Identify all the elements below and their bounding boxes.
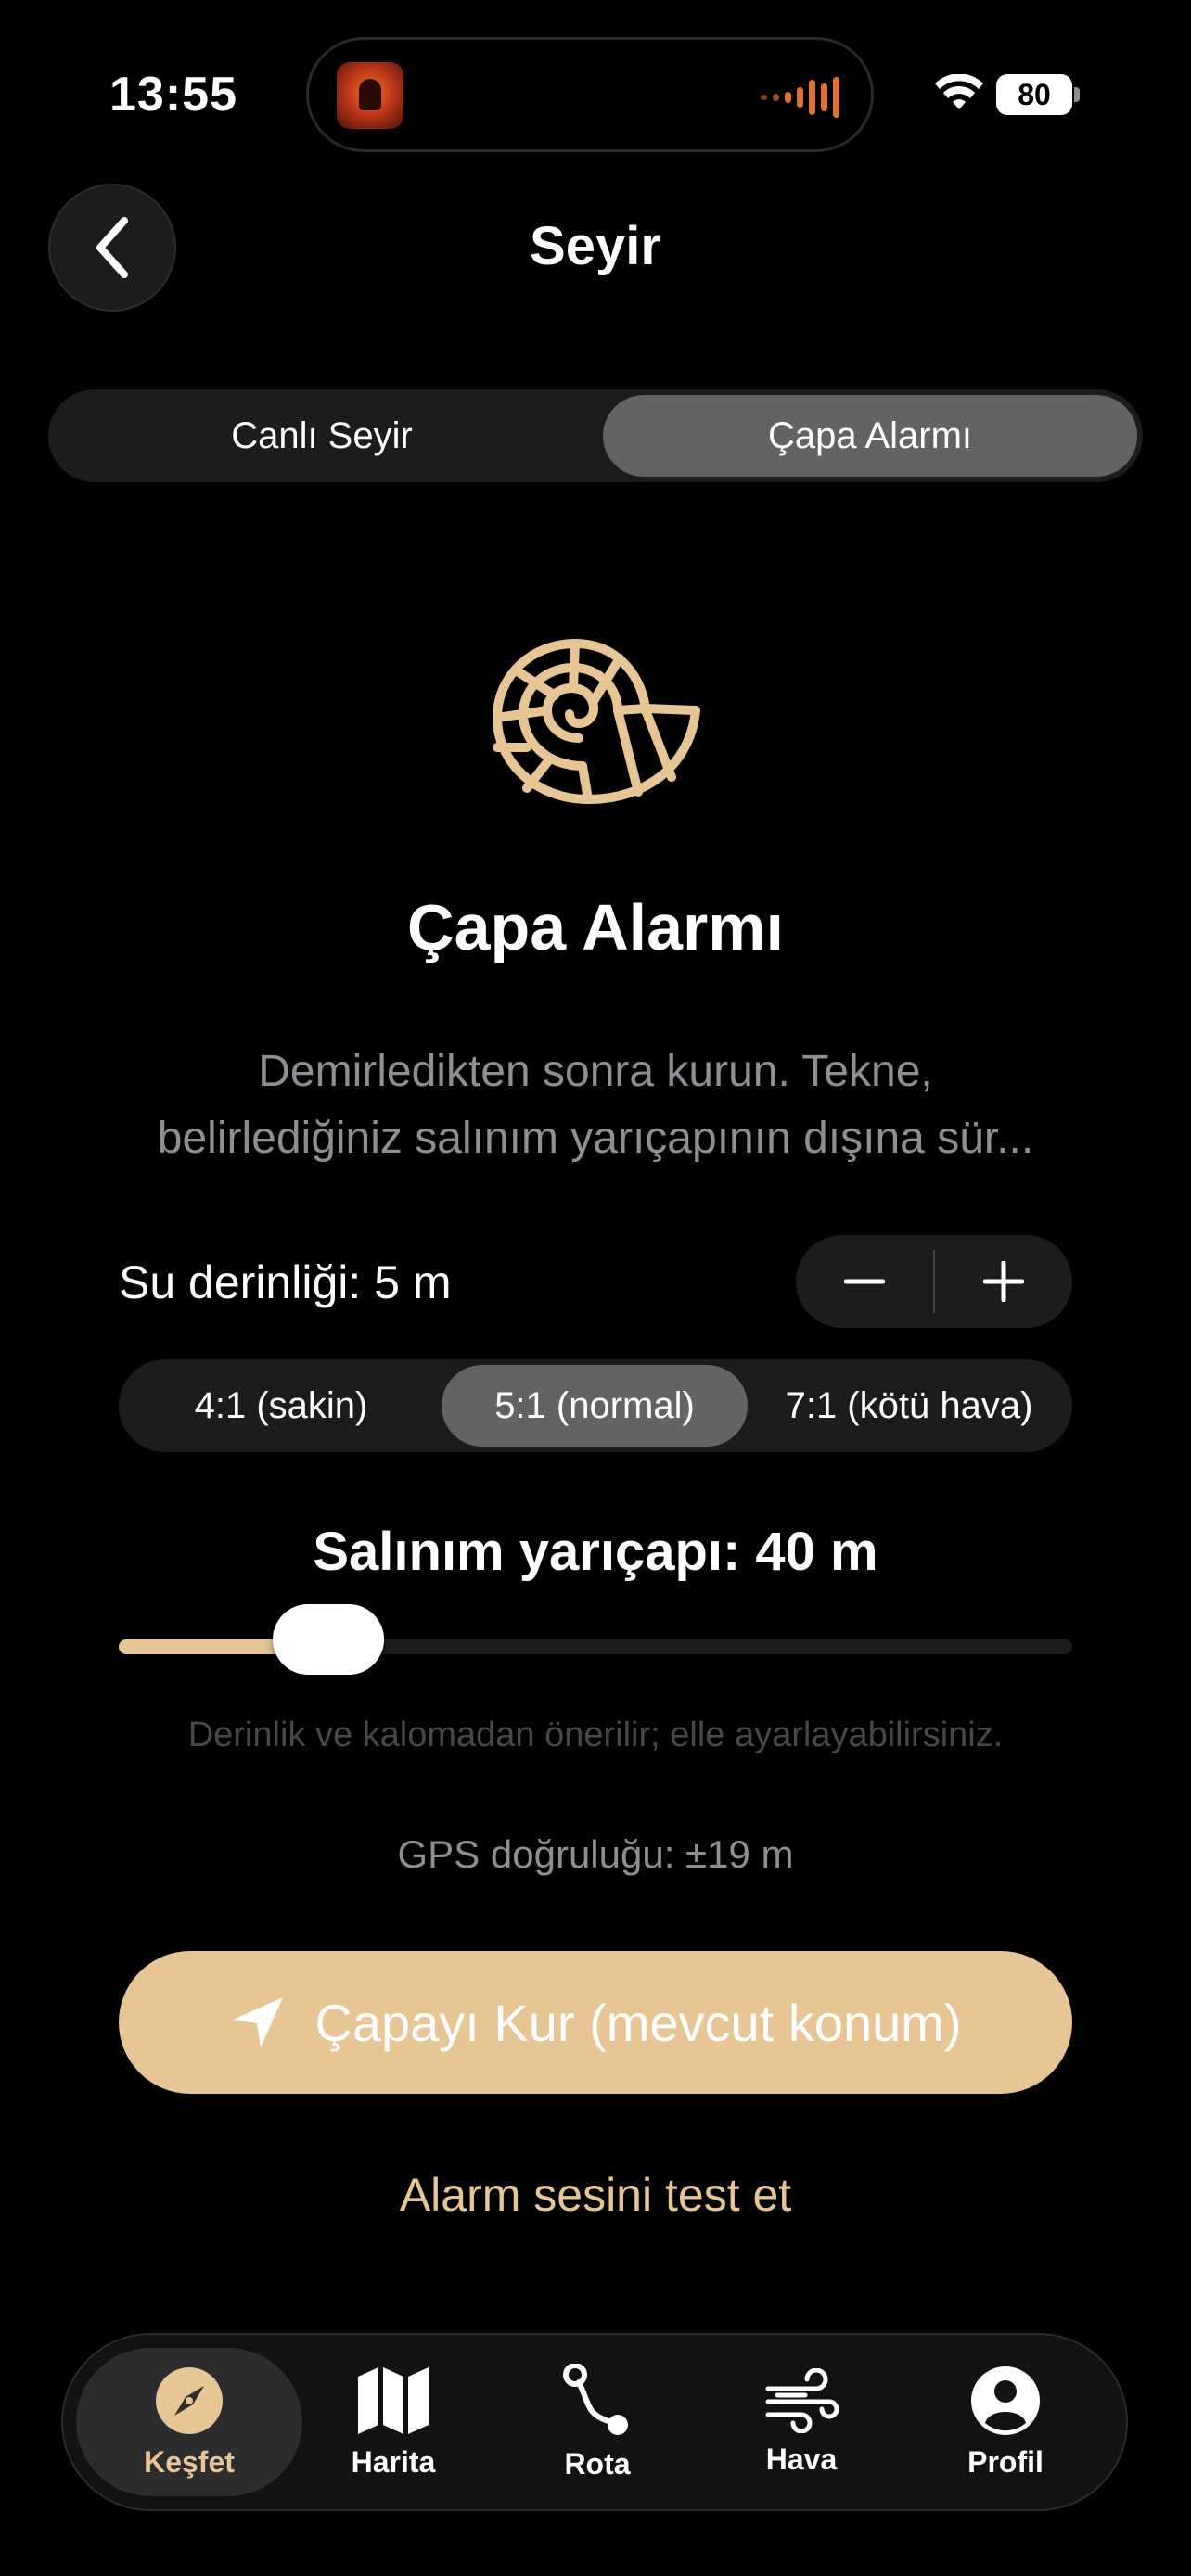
swing-radius-label: Salınım yarıçapı: 40 m	[313, 1522, 878, 1582]
page-title: Seyir	[530, 216, 661, 276]
section-title: Çapa Alarmı	[407, 891, 784, 963]
ratio-option-7-1[interactable]: 7:1 (kötü hava)	[751, 1365, 1067, 1447]
gps-accuracy: GPS doğruluğu: ±19 m	[397, 1832, 794, 1876]
compass-icon	[156, 2366, 223, 2434]
test-alarm-sound-link[interactable]: Alarm sesini test et	[0, 2168, 1191, 2222]
shell-icon	[493, 639, 700, 804]
water-depth-label: Su derinliği: 5 m	[119, 1256, 452, 1308]
artwork-figure	[359, 79, 381, 110]
tab-label-hava: Hava	[765, 2442, 838, 2476]
description-line-1: Demirledikten sonra kurun. Tekne,	[258, 1047, 933, 1096]
plus-icon	[983, 1261, 1024, 1302]
location-arrow-icon	[233, 1997, 284, 2047]
dynamic-island[interactable]	[306, 37, 874, 152]
status-time: 13:55	[109, 68, 237, 121]
tab-profil[interactable]: Profil	[892, 2348, 1119, 2496]
wifi-icon	[935, 74, 983, 109]
tab-canli-seyir[interactable]: Canlı Seyir	[54, 395, 590, 477]
set-anchor-button[interactable]: Çapayı Kur (mevcut konum)	[119, 1951, 1072, 2094]
mode-segmented-control: Canlı Seyir Çapa Alarmı	[48, 389, 1143, 482]
now-playing-artwork	[337, 62, 403, 129]
depth-stepper	[796, 1235, 1072, 1328]
slider-thumb[interactable]	[273, 1604, 385, 1675]
battery-indicator: 80	[996, 74, 1072, 115]
minus-icon	[844, 1279, 885, 1284]
depth-increase-button[interactable]	[935, 1235, 1072, 1328]
battery-cap	[1074, 87, 1080, 102]
scope-ratio-segmented-control: 4:1 (sakin) 5:1 (normal) 7:1 (kötü hava)	[119, 1359, 1072, 1452]
tab-hava[interactable]: Hava	[688, 2348, 915, 2496]
person-icon	[971, 2366, 1040, 2435]
audio-waveform-icon	[761, 75, 839, 120]
set-anchor-label: Çapayı Kur (mevcut konum)	[314, 1993, 962, 2052]
depth-decrease-button[interactable]	[796, 1235, 933, 1328]
tab-rota[interactable]: Rota	[484, 2348, 711, 2496]
tab-bar: Keşfet Harita Rota Hava Profil	[61, 2333, 1128, 2511]
description: Demirledikten sonra kurun. Tekne, belirl…	[74, 1039, 1117, 1172]
tab-label-kesfet: Keşfet	[144, 2444, 235, 2479]
tab-label-profil: Profil	[967, 2444, 1044, 2479]
ratio-option-5-1[interactable]: 5:1 (normal)	[442, 1365, 748, 1447]
description-line-2: belirlediğiniz salınım yarıçapının dışın…	[157, 1114, 1034, 1163]
tab-harita[interactable]: Harita	[280, 2348, 506, 2496]
tab-capa-alarmi[interactable]: Çapa Alarmı	[603, 395, 1137, 477]
tab-label-rota: Rota	[564, 2446, 631, 2480]
map-icon	[358, 2366, 429, 2434]
route-icon	[563, 2363, 628, 2435]
ratio-option-4-1[interactable]: 4:1 (sakin)	[124, 1365, 438, 1447]
wind-icon	[765, 2367, 839, 2433]
tab-kesfet[interactable]: Keşfet	[76, 2348, 302, 2496]
tab-label-harita: Harita	[351, 2444, 436, 2479]
radius-hint: Derinlik ve kalomadan önerilir; elle aya…	[187, 1715, 1004, 1754]
swing-radius-slider[interactable]	[119, 1604, 1072, 1675]
